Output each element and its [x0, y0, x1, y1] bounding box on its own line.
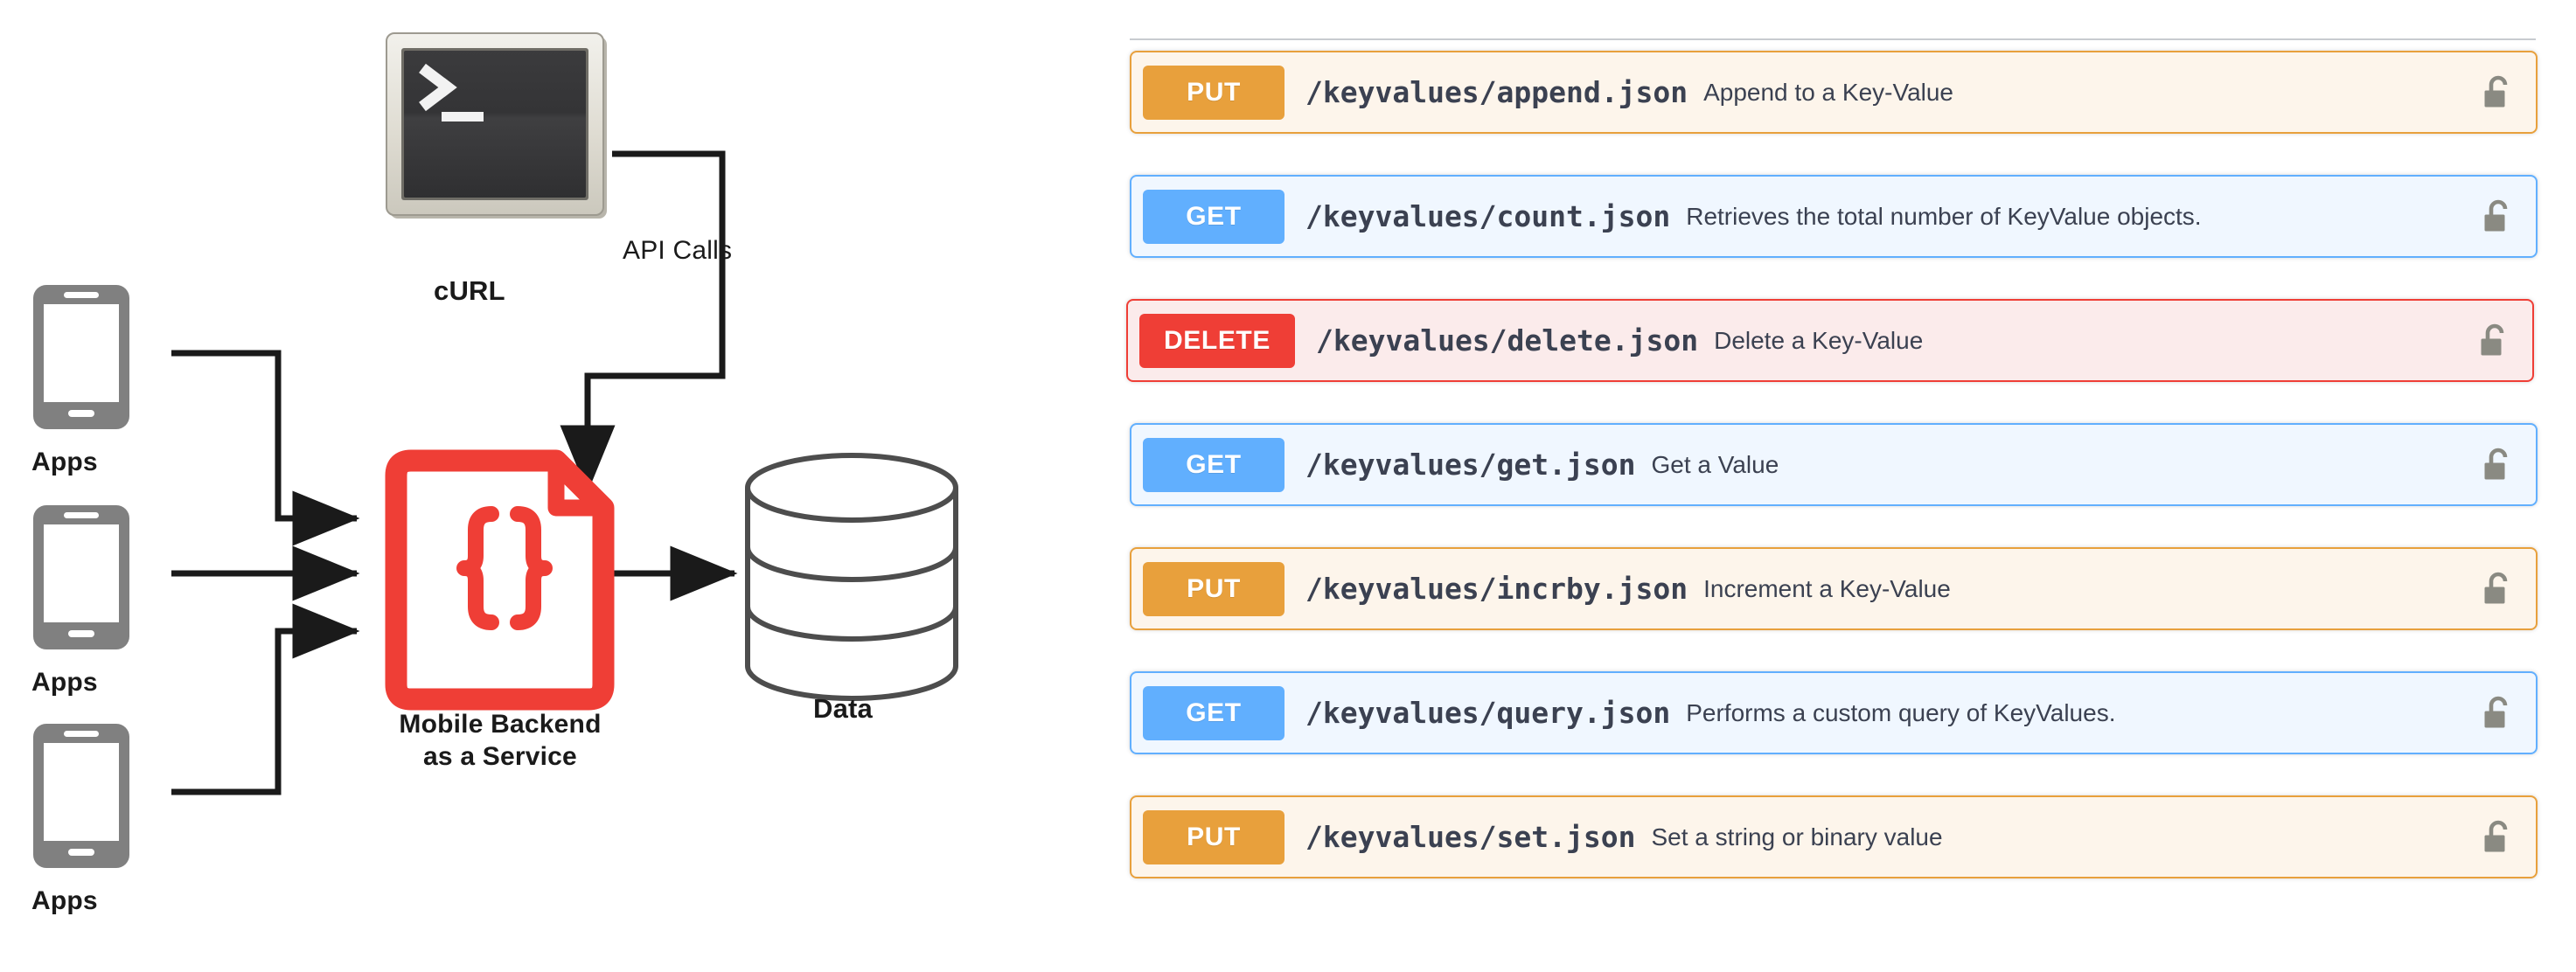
unlocked-padlock-icon[interactable]: [2483, 571, 2513, 608]
http-method-badge[interactable]: GET: [1143, 437, 1285, 492]
data-label: Data: [813, 693, 873, 724]
operation-summary: Retrieves the total number of KeyValue o…: [1686, 202, 2202, 230]
operation-path: /keyvalues/get.json: [1305, 448, 1636, 482]
mobile-phone-icon-2: [33, 505, 129, 649]
operation-path: /keyvalues/incrby.json: [1305, 572, 1688, 606]
app-label-1: Apps: [31, 448, 98, 476]
operation-row-keyvalues-get-json[interactable]: GET /keyvalues/get.json Get a Value: [1130, 423, 2538, 506]
operation-summary: Increment a Key-Value: [1703, 574, 1951, 602]
operation-row-keyvalues-delete-json[interactable]: DELETE /keyvalues/delete.json Delete a K…: [1126, 299, 2534, 382]
operation-summary: Set a string or binary value: [1651, 823, 1943, 850]
operation-path: /keyvalues/delete.json: [1316, 323, 1699, 358]
mobile-phone-icon-1: [33, 285, 129, 429]
connector-app1-to-backend: [171, 350, 360, 546]
operation-path: /keyvalues/append.json: [1305, 75, 1688, 109]
app-label-2: Apps: [31, 668, 98, 697]
operation-row-keyvalues-count-json[interactable]: GET /keyvalues/count.json Retrieves the …: [1130, 175, 2538, 258]
operations-list: PUT /keyvalues/append.json Append to a K…: [1121, 51, 2546, 920]
http-method-badge[interactable]: PUT: [1143, 809, 1285, 864]
operation-row-keyvalues-incrby-json[interactable]: PUT /keyvalues/incrby.json Increment a K…: [1130, 547, 2538, 630]
unlocked-padlock-icon[interactable]: [2483, 695, 2513, 732]
unlocked-padlock-icon[interactable]: [2480, 323, 2510, 359]
http-method-badge[interactable]: GET: [1143, 189, 1285, 244]
operation-path: /keyvalues/count.json: [1305, 199, 1671, 233]
unlocked-padlock-icon[interactable]: [2483, 198, 2513, 235]
operation-summary: Performs a custom query of KeyValues.: [1686, 698, 2116, 726]
architecture-diagram: Apps Apps Apps cURL API Calls Mobile Bac…: [0, 0, 1076, 972]
connector-app3-to-backend: [171, 603, 360, 795]
app-label-3: Apps: [31, 886, 98, 915]
operation-summary: Get a Value: [1651, 450, 1779, 478]
backend-label-line2: as a Service: [423, 742, 577, 771]
api-calls-label: API Calls: [623, 236, 733, 265]
operation-path: /keyvalues/query.json: [1305, 696, 1671, 730]
operation-summary: Delete a Key-Value: [1714, 326, 1924, 354]
http-method-badge[interactable]: DELETE: [1139, 313, 1295, 368]
operation-row-keyvalues-set-json[interactable]: PUT /keyvalues/set.json Set a string or …: [1130, 795, 2538, 878]
operation-summary: Append to a Key-Value: [1703, 78, 1953, 106]
unlocked-padlock-icon[interactable]: [2483, 819, 2513, 856]
backend-label: Mobile Backend as a Service: [348, 708, 652, 773]
operation-row-keyvalues-query-json[interactable]: GET /keyvalues/query.json Performs a cus…: [1130, 671, 2538, 754]
database-cylinder-icon: [745, 453, 958, 701]
mobile-phone-icon-3: [33, 724, 129, 868]
api-operations-panel: PUT /keyvalues/append.json Append to a K…: [1121, 0, 2546, 972]
diagram-canvas: [33, 32, 958, 868]
json-document-icon: [385, 449, 615, 711]
terminal-icon: [386, 32, 607, 219]
section-divider: [1130, 38, 2536, 40]
operation-path: /keyvalues/set.json: [1305, 820, 1636, 854]
backend-label-line1: Mobile Backend: [399, 710, 602, 739]
unlocked-padlock-icon[interactable]: [2483, 74, 2513, 111]
http-method-badge[interactable]: GET: [1143, 685, 1285, 740]
unlocked-padlock-icon[interactable]: [2483, 447, 2513, 483]
curl-label: cURL: [434, 275, 505, 306]
http-method-badge[interactable]: PUT: [1143, 561, 1285, 616]
operation-row-keyvalues-append-json[interactable]: PUT /keyvalues/append.json Append to a K…: [1130, 51, 2538, 134]
connector-curl-to-backend: [560, 150, 726, 493]
http-method-badge[interactable]: PUT: [1143, 65, 1285, 120]
